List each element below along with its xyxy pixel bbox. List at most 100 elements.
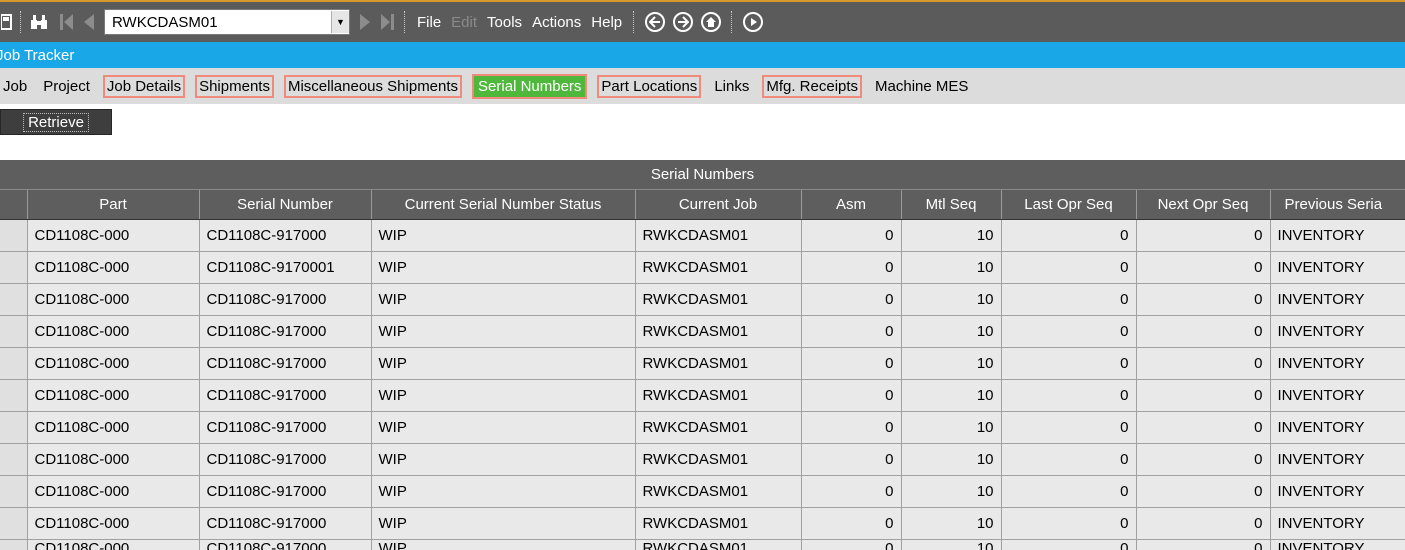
- cell-current-job[interactable]: RWKCDASM01: [635, 219, 802, 252]
- cell-last-opr-seq[interactable]: 0: [1001, 411, 1137, 444]
- cell-asm[interactable]: 0: [801, 283, 902, 316]
- column-header-serial-number[interactable]: Serial Number: [199, 190, 372, 220]
- column-header-previous-serial[interactable]: Previous Seria: [1270, 190, 1405, 220]
- cell-status[interactable]: WIP: [371, 219, 636, 252]
- row-selector[interactable]: [0, 315, 28, 348]
- cell-part[interactable]: CD1108C-000: [27, 411, 200, 444]
- cell-next-opr-seq[interactable]: 0: [1136, 475, 1271, 508]
- row-selector[interactable]: [0, 411, 28, 444]
- row-selector[interactable]: [0, 443, 28, 476]
- home-icon[interactable]: [701, 12, 722, 32]
- cell-asm[interactable]: 0: [801, 315, 902, 348]
- cell-asm[interactable]: 0: [801, 507, 902, 540]
- cell-last-opr-seq[interactable]: 0: [1001, 315, 1137, 348]
- row-selector[interactable]: [0, 507, 28, 540]
- cell-part[interactable]: CD1108C-000: [27, 283, 200, 316]
- column-header-mtl-seq[interactable]: Mtl Seq: [901, 190, 1002, 220]
- cell-current-job[interactable]: RWKCDASM01: [635, 411, 802, 444]
- cell-next-opr-seq[interactable]: 0: [1136, 283, 1271, 316]
- cell-last-opr-seq[interactable]: 0: [1001, 251, 1137, 284]
- cell-last-opr-seq[interactable]: 0: [1001, 475, 1137, 508]
- cell-status[interactable]: WIP: [371, 347, 636, 380]
- cell-next-opr-seq[interactable]: 0: [1136, 411, 1271, 444]
- cell-current-job[interactable]: RWKCDASM01: [635, 475, 802, 508]
- cell-part[interactable]: CD1108C-000: [27, 507, 200, 540]
- column-header-part[interactable]: Part: [27, 190, 200, 220]
- cell-part[interactable]: CD1108C-000: [27, 475, 200, 508]
- table-row[interactable]: CD1108C-000 CD1108C-917000 WIP RWKCDASM01 0 1…: [0, 443, 1405, 476]
- cell-next-opr-seq[interactable]: 0: [1136, 539, 1271, 550]
- cell-next-opr-seq[interactable]: 0: [1136, 347, 1271, 380]
- cell-asm[interactable]: 0: [801, 475, 902, 508]
- cell-serial-number[interactable]: CD1108C-917000: [199, 539, 372, 550]
- cell-current-job[interactable]: RWKCDASM01: [635, 251, 802, 284]
- cell-status[interactable]: WIP: [371, 283, 636, 316]
- cell-status[interactable]: WIP: [371, 507, 636, 540]
- binoculars-icon[interactable]: [28, 14, 50, 30]
- cell-previous-serial[interactable]: INVENTORY: [1270, 315, 1405, 348]
- cell-asm[interactable]: 0: [801, 411, 902, 444]
- menu-actions[interactable]: Actions: [527, 14, 586, 31]
- last-record-icon[interactable]: [376, 10, 398, 34]
- cell-asm[interactable]: 0: [801, 251, 902, 284]
- table-row[interactable]: CD1108C-000 CD1108C-917000 WIP RWKCDASM01 0 1…: [0, 347, 1405, 380]
- cell-part[interactable]: CD1108C-000: [27, 379, 200, 412]
- cell-previous-serial[interactable]: INVENTORY: [1270, 347, 1405, 380]
- cell-mtl-seq[interactable]: 10: [901, 539, 1002, 550]
- cell-serial-number[interactable]: CD1108C-917000: [199, 475, 372, 508]
- tab-shipments[interactable]: Shipments: [195, 74, 274, 98]
- cell-status[interactable]: WIP: [371, 443, 636, 476]
- column-header-last-opr-seq[interactable]: Last Opr Seq: [1001, 190, 1137, 220]
- cell-mtl-seq[interactable]: 10: [901, 251, 1002, 284]
- row-selector[interactable]: [0, 219, 28, 252]
- cell-asm[interactable]: 0: [801, 539, 902, 550]
- cell-last-opr-seq[interactable]: 0: [1001, 283, 1137, 316]
- cell-current-job[interactable]: RWKCDASM01: [635, 507, 802, 540]
- cell-mtl-seq[interactable]: 10: [901, 219, 1002, 252]
- column-header-current-job[interactable]: Current Job: [635, 190, 802, 220]
- cell-last-opr-seq[interactable]: 0: [1001, 443, 1137, 476]
- tab-job-details[interactable]: Job Details: [102, 74, 186, 98]
- cell-serial-number[interactable]: CD1108C-917000: [199, 347, 372, 380]
- tab-machine-mes[interactable]: Machine MES: [872, 77, 971, 96]
- cell-last-opr-seq[interactable]: 0: [1001, 347, 1137, 380]
- table-row[interactable]: CD1108C-000 CD1108C-917000 WIP RWKCDASM01 0 1…: [0, 315, 1405, 348]
- cell-next-opr-seq[interactable]: 0: [1136, 507, 1271, 540]
- table-row[interactable]: CD1108C-000 CD1108C-917000 WIP RWKCDASM01 0 1…: [0, 475, 1405, 508]
- cell-previous-serial[interactable]: INVENTORY: [1270, 411, 1405, 444]
- column-header-asm[interactable]: Asm: [801, 190, 902, 220]
- cell-serial-number[interactable]: CD1108C-917000: [199, 219, 372, 252]
- column-header-status[interactable]: Current Serial Number Status: [371, 190, 636, 220]
- cell-mtl-seq[interactable]: 10: [901, 379, 1002, 412]
- cell-mtl-seq[interactable]: 10: [901, 443, 1002, 476]
- chevron-down-icon[interactable]: ▼: [331, 11, 349, 33]
- cell-current-job[interactable]: RWKCDASM01: [635, 347, 802, 380]
- back-arrow-icon[interactable]: [645, 12, 666, 32]
- row-selector[interactable]: [0, 251, 28, 284]
- cell-part[interactable]: CD1108C-000: [27, 251, 200, 284]
- cell-last-opr-seq[interactable]: 0: [1001, 379, 1137, 412]
- row-selector[interactable]: [0, 539, 28, 550]
- row-selector[interactable]: [0, 283, 28, 316]
- cell-serial-number[interactable]: CD1108C-917000: [199, 411, 372, 444]
- job-selector[interactable]: RWKCDASM01 ▼: [104, 9, 350, 35]
- row-selector[interactable]: [0, 347, 28, 380]
- cell-status[interactable]: WIP: [371, 411, 636, 444]
- tab-links[interactable]: Links: [711, 77, 752, 96]
- cell-next-opr-seq[interactable]: 0: [1136, 379, 1271, 412]
- save-icon[interactable]: [0, 13, 14, 31]
- cell-previous-serial[interactable]: INVENTORY: [1270, 539, 1405, 550]
- cell-mtl-seq[interactable]: 10: [901, 507, 1002, 540]
- cell-current-job[interactable]: RWKCDASM01: [635, 539, 802, 550]
- cell-serial-number[interactable]: CD1108C-917000: [199, 283, 372, 316]
- cell-part[interactable]: CD1108C-000: [27, 315, 200, 348]
- row-selector[interactable]: [0, 475, 28, 508]
- cell-asm[interactable]: 0: [801, 219, 902, 252]
- table-row[interactable]: CD1108C-000 CD1108C-917000 WIP RWKCDASM01 0 1…: [0, 507, 1405, 540]
- cell-serial-number[interactable]: CD1108C-917000: [199, 507, 372, 540]
- table-row[interactable]: CD1108C-000 CD1108C-917000 WIP RWKCDASM01 0 1…: [0, 411, 1405, 444]
- retrieve-button[interactable]: Retrieve: [0, 109, 112, 135]
- cell-asm[interactable]: 0: [801, 347, 902, 380]
- cell-part[interactable]: CD1108C-000: [27, 219, 200, 252]
- cell-serial-number[interactable]: CD1108C-9170001: [199, 251, 372, 284]
